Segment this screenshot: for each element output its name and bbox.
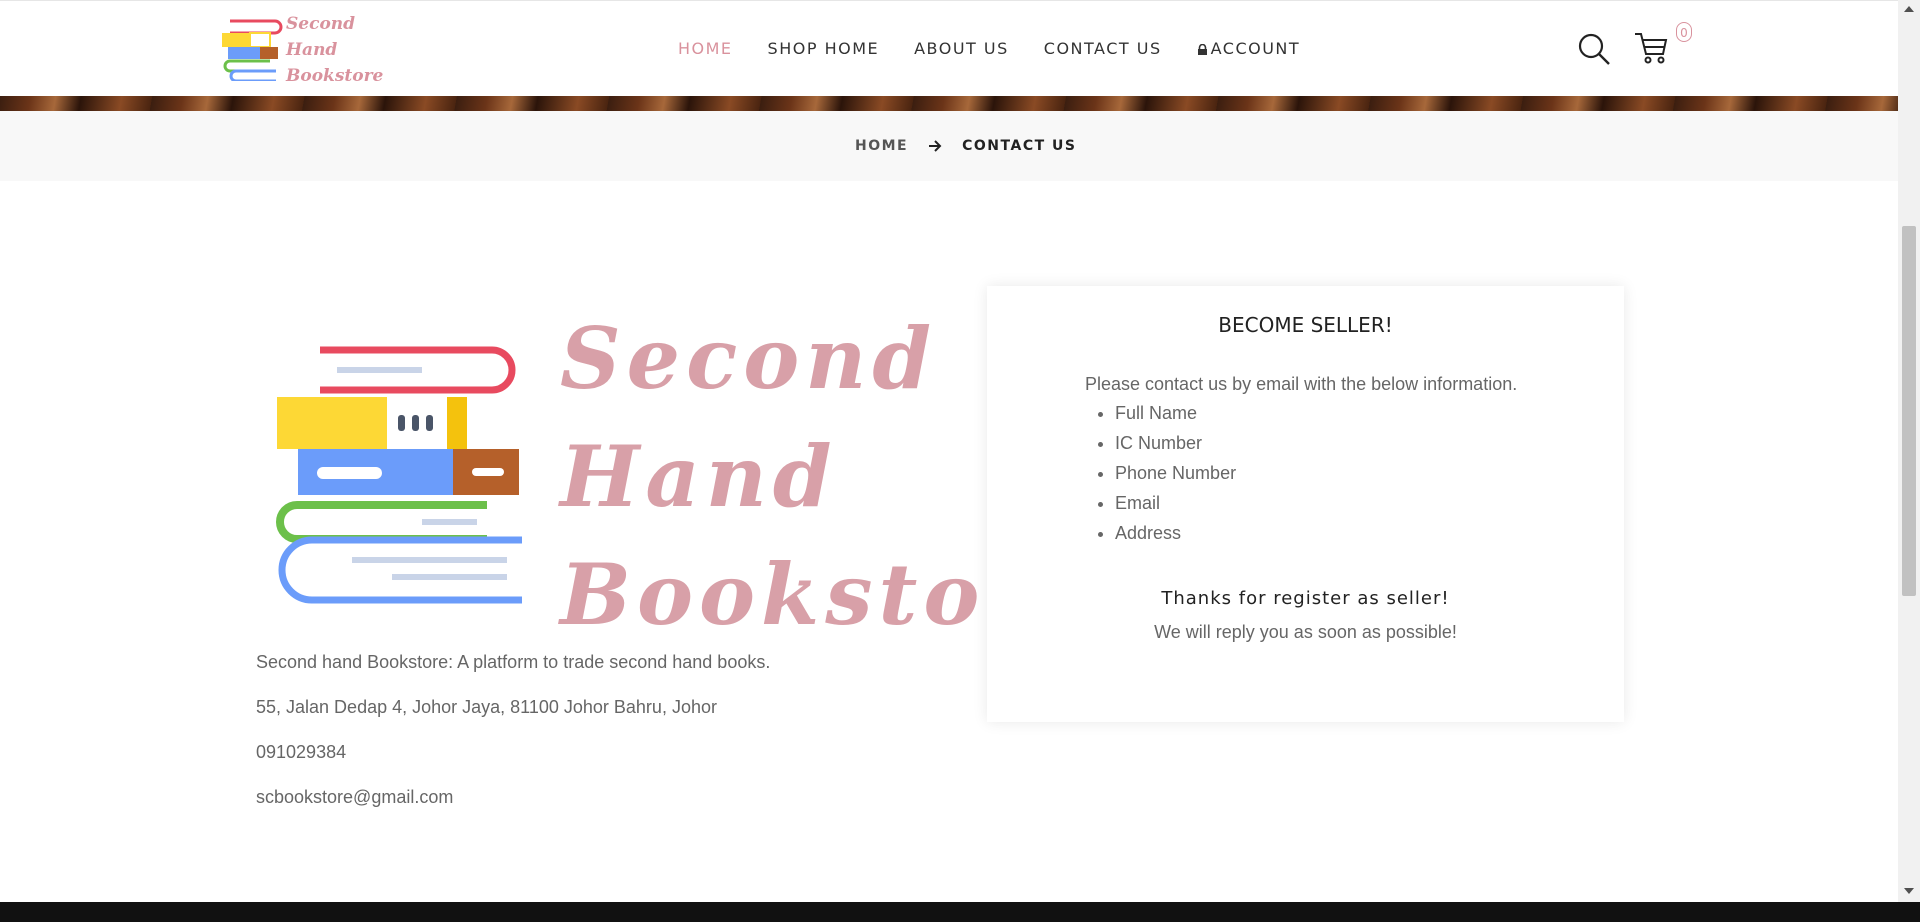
- cart-count-badge[interactable]: 0: [1676, 22, 1692, 42]
- nav-shop-home[interactable]: SHOP HOME: [768, 39, 880, 58]
- search-icon[interactable]: [1576, 31, 1612, 67]
- seller-requirements-list: Full Name IC Number Phone Number Email A…: [1085, 398, 1236, 548]
- books-stack-icon: [222, 19, 283, 81]
- seller-title: BECOME SELLER!: [1218, 313, 1393, 337]
- arrow-right-icon: [929, 140, 942, 152]
- scroll-down-arrow[interactable]: [1904, 888, 1914, 894]
- breadcrumb: HOME CONTACT US: [855, 138, 1076, 154]
- lock-icon: [1197, 44, 1207, 55]
- store-email[interactable]: scbookstore@gmail.com: [256, 787, 453, 808]
- scroll-thumb[interactable]: [1902, 226, 1916, 596]
- nav-account-label: ACCOUNT: [1210, 39, 1301, 58]
- seller-reply: We will reply you as soon as possible!: [1154, 622, 1457, 642]
- seller-intro: Please contact us by email with the belo…: [1085, 374, 1518, 394]
- store-phone: 091029384: [256, 742, 347, 762]
- become-seller-card: BECOME SELLER! Please contact us by emai…: [987, 286, 1624, 722]
- list-item: Full Name: [1115, 398, 1236, 428]
- list-item: Address: [1115, 518, 1236, 548]
- store-address: 55, Jalan Dedap 4, Johor Jaya, 81100 Joh…: [256, 697, 717, 717]
- store-description: Second hand Bookstore: A platform to tra…: [256, 652, 771, 672]
- nav-about-us[interactable]: ABOUT US: [914, 39, 1009, 58]
- breadcrumb-current: CONTACT US: [962, 138, 1077, 154]
- breadcrumb-home-link[interactable]: HOME: [855, 138, 908, 154]
- logo-line: Second: [286, 14, 356, 34]
- main-nav: HOME SHOP HOME ABOUT US CONTACT US ACCOU…: [678, 39, 1335, 58]
- logo-line: Bookstore: [286, 66, 384, 86]
- seller-thanks: Thanks for register as seller!: [1161, 588, 1450, 609]
- breadcrumb-bar: HOME CONTACT US: [0, 111, 1898, 181]
- page-scrollbar[interactable]: [1898, 0, 1920, 902]
- site-header: Second Hand Bookstore HOME SHOP HOME ABO…: [0, 0, 1898, 96]
- banner-image-strip: [0, 96, 1898, 111]
- footer-strip: [0, 902, 1920, 922]
- list-item: Email: [1115, 488, 1236, 518]
- nav-account[interactable]: ACCOUNT: [1197, 39, 1301, 58]
- logo-line: Hand: [286, 40, 338, 60]
- scroll-up-arrow[interactable]: [1904, 6, 1914, 12]
- list-item: Phone Number: [1115, 458, 1236, 488]
- list-item: IC Number: [1115, 428, 1236, 458]
- nav-home[interactable]: HOME: [678, 39, 733, 58]
- cart-icon[interactable]: [1633, 29, 1669, 65]
- nav-contact-us[interactable]: CONTACT US: [1044, 39, 1162, 58]
- site-logo[interactable]: Second Hand Bookstore: [220, 11, 383, 89]
